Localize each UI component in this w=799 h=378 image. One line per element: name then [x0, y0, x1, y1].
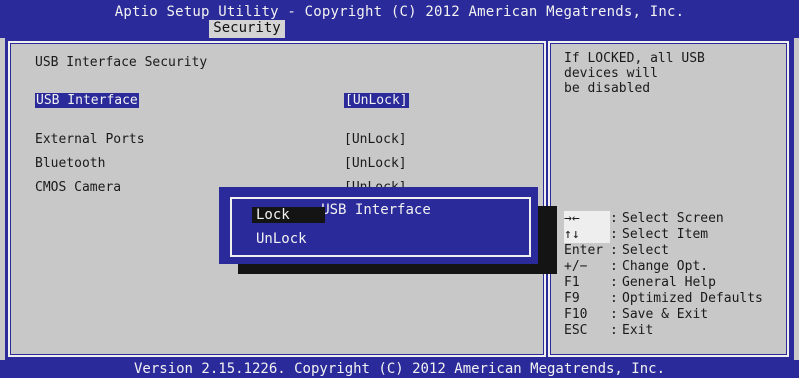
setting-value: [UnLock]: [344, 93, 409, 108]
key-row: F10: Save & Exit: [564, 307, 709, 322]
key-f1: F1: [564, 275, 580, 290]
key-row: ↑↓: Select Item: [564, 227, 709, 243]
key-f10: F10: [564, 307, 588, 322]
key-row: F9: Optimized Defaults: [564, 291, 763, 306]
key-desc: Select Item: [622, 227, 709, 242]
setting-usb-interface-label[interactable]: USB Interface: [35, 93, 139, 108]
key-row: Enter: Select: [564, 243, 669, 258]
key-desc: Optimized Defaults: [622, 291, 763, 306]
tab-security[interactable]: Security: [209, 20, 285, 38]
key-row: F1: General Help: [564, 275, 716, 290]
key-enter: Enter: [564, 243, 604, 258]
key-desc: Select: [622, 243, 669, 258]
key-plus-minus: +/−: [564, 259, 588, 274]
version-text: Version 2.15.1226. Copyright (C) 2012 Am…: [133, 361, 665, 377]
help-line: devices will: [564, 66, 658, 81]
setting-usb-interface-value[interactable]: [UnLock]: [344, 93, 409, 108]
footer-bar: Version 2.15.1226. Copyright (C) 2012 Am…: [0, 360, 799, 378]
key-desc: Save & Exit: [622, 307, 709, 322]
key-row: ESC: Exit: [564, 323, 654, 338]
section-title: USB Interface Security: [35, 55, 208, 70]
key-arrows-lr: →←: [564, 211, 610, 227]
key-row: +/−: Change Opt.: [564, 259, 709, 274]
popup-title: USB Interface: [306, 202, 446, 218]
setting-bluetooth-value[interactable]: [UnLock]: [344, 156, 407, 171]
setting-external-ports-value[interactable]: [UnLock]: [344, 132, 407, 147]
popup-option-lock[interactable]: Lock: [252, 207, 325, 223]
title-bar: Aptio Setup Utility - Copyright (C) 2012…: [0, 0, 799, 38]
key-row: →←: Select Screen: [564, 211, 724, 227]
setting-external-ports-label[interactable]: External Ports: [35, 132, 145, 147]
key-esc: ESC: [564, 323, 588, 338]
app-title: Aptio Setup Utility - Copyright (C) 2012…: [114, 4, 685, 20]
popup-option-unlock[interactable]: UnLock: [252, 231, 311, 247]
setting-bluetooth-label[interactable]: Bluetooth: [35, 156, 105, 171]
help-panel: If LOCKED, all USB devices will be disab…: [548, 41, 789, 357]
help-line: be disabled: [564, 81, 651, 96]
usb-interface-popup: USB Interface Lock UnLock: [219, 187, 538, 264]
key-arrows-ud: ↑↓: [564, 227, 610, 243]
key-desc: Change Opt.: [622, 259, 709, 274]
key-f9: F9: [564, 291, 580, 306]
key-desc: Select Screen: [622, 211, 724, 226]
key-desc: Exit: [622, 323, 654, 338]
setting-label: USB Interface: [35, 93, 139, 108]
popup-border: USB Interface Lock UnLock: [230, 197, 531, 257]
key-desc: General Help: [622, 275, 716, 290]
help-line: If LOCKED, all USB: [564, 51, 705, 66]
setting-cmos-camera-label[interactable]: CMOS Camera: [35, 180, 121, 195]
